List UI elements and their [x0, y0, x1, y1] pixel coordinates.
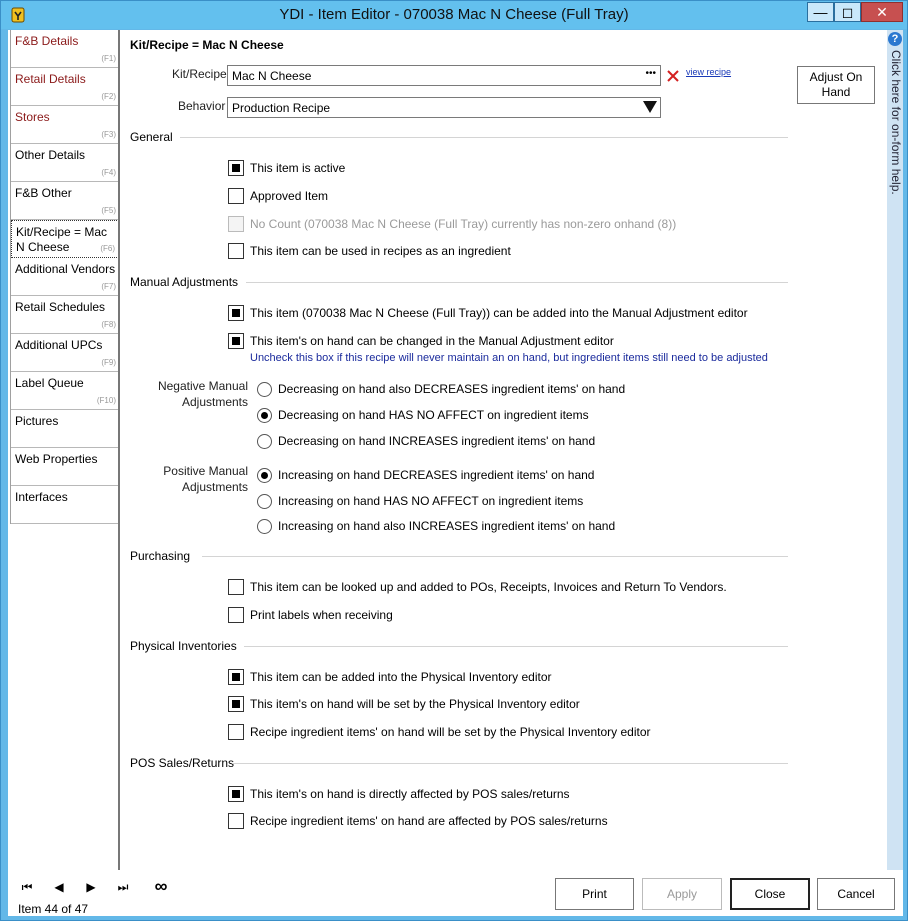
physical-onhand-checkbox[interactable] — [228, 696, 244, 712]
manual-added-label: This item (070038 Mac N Cheese (Full Tra… — [250, 306, 748, 320]
behavior-label: Behavior — [178, 99, 226, 113]
kit-recipe-field[interactable]: Mac N Cheese ••• — [227, 65, 661, 86]
positive-option-label: Increasing on hand also INCREASES ingred… — [278, 519, 616, 533]
help-icon[interactable]: ? — [888, 32, 902, 46]
divider — [244, 646, 788, 647]
sidebar-item-pictures[interactable]: Pictures — [11, 410, 119, 448]
sidebar-item-stores[interactable]: Stores (F3) — [11, 106, 119, 144]
apply-button[interactable]: Apply — [642, 878, 722, 910]
sidebar-item-label-queue[interactable]: Label Queue (F10) — [11, 372, 119, 410]
sidebar-item-interfaces[interactable]: Interfaces — [11, 486, 119, 524]
infinity-icon[interactable]: ∞ — [150, 877, 172, 895]
positive-option-no-affect-radio[interactable] — [257, 494, 272, 509]
purchasing-lookup-checkbox[interactable] — [228, 579, 244, 595]
pos-direct-label: This item's on hand is directly affected… — [250, 787, 570, 801]
purchasing-lookup-label: This item can be looked up and added to … — [250, 580, 727, 594]
help-text[interactable]: Click here for on-form help. — [889, 50, 903, 195]
negative-adjustments-label: Negative Manual Adjustments — [157, 379, 248, 409]
client-area: F&B Details (F1) Retail Details (F2) Store… — [8, 30, 903, 916]
ingredient-checkbox[interactable] — [228, 243, 244, 259]
title-bar: YDI - Item Editor - 070038 Mac N Cheese … — [1, 1, 907, 29]
sidebar-item-additional-vendors[interactable]: Additional Vendors (F7) — [11, 258, 119, 296]
positive-adjustments-label: Positive Manual Adjustments — [163, 464, 248, 494]
lookup-ellipsis-button[interactable]: ••• — [645, 68, 656, 79]
item-editor-window: YDI - Item Editor - 070038 Mac N Cheese … — [0, 0, 908, 921]
sidebar-item-fb-other[interactable]: F&B Other (F5) — [11, 182, 119, 220]
adjust-on-hand-button[interactable]: Adjust On Hand — [797, 66, 875, 104]
negative-option-increases-radio[interactable] — [257, 434, 272, 449]
manual-added-checkbox[interactable] — [228, 305, 244, 321]
print-button[interactable]: Print — [555, 878, 634, 910]
negative-option-label: Decreasing on hand also DECREASES ingred… — [278, 382, 626, 396]
minimize-button[interactable]: — — [807, 2, 834, 22]
manual-onhand-checkbox[interactable] — [228, 333, 244, 349]
sidebar-item-retail-schedules[interactable]: Retail Schedules (F8) — [11, 296, 119, 334]
item-counter: Item 44 of 47 — [18, 902, 89, 916]
approved-label: Approved Item — [250, 189, 329, 203]
previous-record-icon[interactable]: ◀ — [48, 878, 70, 896]
cancel-button[interactable]: Cancel — [817, 878, 895, 910]
section-physical-title: Physical Inventories — [130, 639, 237, 653]
divider — [180, 137, 788, 138]
negative-option-no-affect-radio[interactable] — [257, 408, 272, 423]
kit-recipe-label: Kit/Recipe — [172, 67, 227, 81]
last-record-icon[interactable]: ⏭ — [112, 878, 134, 896]
pos-ingredients-label: Recipe ingredient items' on hand are aff… — [250, 814, 608, 828]
physical-added-label: This item can be added into the Physical… — [250, 670, 552, 684]
active-checkbox[interactable] — [228, 160, 244, 176]
section-general-title: General — [130, 130, 173, 144]
manual-onhand-note: Uncheck this box if this recipe will nev… — [250, 352, 768, 364]
physical-added-checkbox[interactable] — [228, 669, 244, 685]
close-window-button[interactable]: ✕ — [861, 2, 903, 22]
clear-x-icon[interactable] — [666, 69, 680, 83]
maximize-button[interactable]: ◻ — [834, 2, 861, 22]
close-button[interactable]: Close — [730, 878, 810, 910]
divider — [202, 556, 788, 557]
view-recipe-link[interactable]: view recipe — [686, 67, 731, 77]
physical-onhand-label: This item's on hand will be set by the P… — [250, 697, 580, 711]
positive-option-decreases-radio[interactable] — [257, 468, 272, 483]
sidebar-item-web-properties[interactable]: Web Properties — [11, 448, 119, 486]
physical-ingredients-label: Recipe ingredient items' on hand will be… — [250, 725, 651, 739]
pos-direct-checkbox[interactable] — [228, 786, 244, 802]
first-record-icon[interactable]: ⏮ — [16, 878, 38, 896]
dropdown-arrow-icon — [643, 101, 657, 113]
negative-option-decreases-radio[interactable] — [257, 382, 272, 397]
section-purchasing-title: Purchasing — [130, 549, 191, 563]
section-manual-title: Manual Adjustments — [130, 275, 239, 289]
pos-ingredients-checkbox[interactable] — [228, 813, 244, 829]
positive-option-label: Increasing on hand HAS NO AFFECT on ingr… — [278, 494, 584, 508]
approved-checkbox[interactable] — [228, 188, 244, 204]
sidebar-item-retail-details[interactable]: Retail Details (F2) — [11, 68, 119, 106]
print-labels-checkbox[interactable] — [228, 607, 244, 623]
positive-option-label: Increasing on hand DECREASES ingredient … — [278, 468, 595, 482]
divider — [246, 282, 788, 283]
sidebar-item-fb-details[interactable]: F&B Details (F1) — [11, 30, 119, 68]
no-count-label: No Count (070038 Mac N Cheese (Full Tray… — [250, 217, 677, 231]
print-labels-label: Print labels when receiving — [250, 608, 393, 622]
window-title: YDI - Item Editor - 070038 Mac N Cheese … — [279, 6, 629, 23]
page-title: Kit/Recipe = Mac N Cheese — [130, 38, 284, 52]
manual-onhand-label: This item's on hand can be changed in th… — [250, 334, 614, 348]
sidebar-item-additional-upcs[interactable]: Additional UPCs (F9) — [11, 334, 119, 372]
negative-option-label: Decreasing on hand INCREASES ingredient … — [278, 434, 596, 448]
negative-option-label: Decreasing on hand HAS NO AFFECT on ingr… — [278, 408, 589, 422]
physical-ingredients-checkbox[interactable] — [228, 724, 244, 740]
ingredient-label: This item can be used in recipes as an i… — [250, 244, 511, 258]
section-pos-title: POS Sales/Returns — [130, 756, 235, 770]
next-record-icon[interactable]: ▶ — [80, 878, 102, 896]
active-label: This item is active — [250, 161, 346, 175]
behavior-select[interactable]: Production Recipe — [227, 97, 661, 118]
divider — [232, 763, 788, 764]
no-count-checkbox — [228, 216, 244, 232]
sidebar-item-kit-recipe[interactable]: Kit/Recipe = Mac N Cheese (F6) — [11, 220, 119, 258]
main-panel: Kit/Recipe = Mac N Cheese Kit/Recipe Mac… — [120, 30, 888, 870]
positive-option-increases-radio[interactable] — [257, 519, 272, 534]
sidebar-item-other-details[interactable]: Other Details (F4) — [11, 144, 119, 182]
sidebar: F&B Details (F1) Retail Details (F2) Store… — [10, 30, 119, 524]
on-form-help-strip[interactable]: ? Click here for on-form help. — [887, 30, 903, 870]
